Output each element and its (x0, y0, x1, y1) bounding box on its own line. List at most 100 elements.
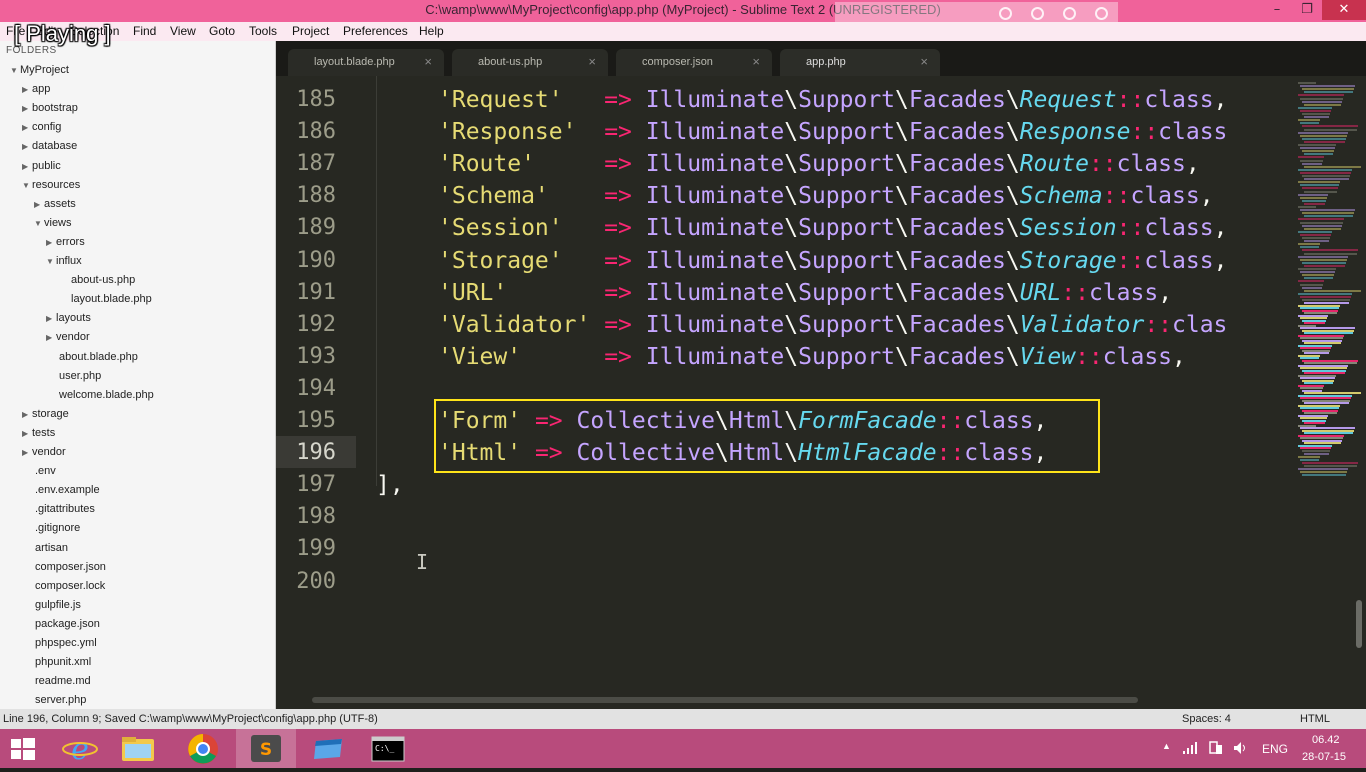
tray-chevron-icon[interactable]: ▲ (1162, 741, 1171, 751)
sidebar-folder-item[interactable]: ▼ views (34, 215, 72, 231)
sidebar-folder-item[interactable]: ▶ database (22, 138, 77, 154)
sidebar-file-item[interactable]: server.php (35, 692, 86, 708)
minimap-line (1304, 116, 1329, 119)
tab-composer-json[interactable]: composer.json × (616, 49, 772, 76)
expanded-folder-arrow-icon[interactable]: ▼ (46, 254, 56, 270)
maximize-button[interactable]: ❐ (1292, 0, 1322, 20)
tab-about-us[interactable]: about-us.php × (452, 49, 608, 76)
indentation-setting[interactable]: Spaces: 4 (1182, 713, 1231, 725)
code-line[interactable]: ], (376, 469, 404, 501)
sidebar-folder-item[interactable]: ▼ resources (22, 177, 80, 193)
sidebar-folder-item[interactable]: ▼ influx (46, 253, 82, 269)
sidebar-folder-item[interactable]: ▼ MyProject (10, 62, 69, 78)
sidebar-file-item[interactable]: .gitattributes (35, 501, 95, 517)
code-line[interactable]: 'Storage' => Illuminate\Support\Facades\… (438, 245, 1227, 277)
code-line[interactable]: 'URL' => Illuminate\Support\Facades\URL:… (438, 277, 1172, 309)
help-icon[interactable] (1063, 7, 1076, 20)
sidebar-file-item[interactable]: gulpfile.js (35, 597, 81, 613)
collapsed-folder-arrow-icon[interactable]: ▶ (46, 235, 56, 251)
collapsed-folder-arrow-icon[interactable]: ▶ (22, 159, 32, 175)
taskbar-chrome[interactable] (173, 729, 233, 768)
expanded-folder-arrow-icon[interactable]: ▼ (22, 178, 32, 194)
sidebar-file-item[interactable]: .gitignore (35, 520, 80, 536)
code-editor[interactable]: 185 186 187 188 189 190 191 192 193 194 195 196 197 1… (276, 76, 1366, 709)
taskbar-sublime-text[interactable]: S (236, 729, 296, 768)
expanded-folder-arrow-icon[interactable]: ▼ (10, 63, 20, 79)
code-line[interactable]: 'Session' => Illuminate\Support\Facades\… (438, 212, 1227, 244)
clock-time[interactable]: 06.42 (1312, 734, 1340, 746)
sidebar-folder-item[interactable]: ▶ public (22, 158, 61, 174)
sidebar-folder-item[interactable]: ▶ bootstrap (22, 100, 78, 116)
menu-goto[interactable]: Goto (209, 24, 235, 38)
taskbar-file-explorer[interactable] (108, 729, 168, 768)
minimize-button[interactable]: – (1262, 0, 1292, 20)
settings-icon[interactable] (1031, 7, 1044, 20)
menu-preferences[interactable]: Preferences (343, 24, 408, 38)
collapsed-folder-arrow-icon[interactable]: ▶ (22, 101, 32, 117)
taskbar-internet-explorer[interactable]: e (50, 729, 110, 768)
tab-close-icon[interactable]: × (424, 54, 432, 69)
code-line[interactable]: 'View' => Illuminate\Support\Facades\Vie… (438, 341, 1186, 373)
horizontal-scrollbar[interactable] (312, 697, 1138, 703)
close-button[interactable]: ✕ (1322, 0, 1366, 20)
sidebar-file-item[interactable]: artisan (35, 540, 68, 556)
sidebar-file-item[interactable]: about-us.php (71, 272, 135, 288)
sidebar-file-item[interactable]: readme.md (35, 673, 91, 689)
tab-close-icon[interactable]: × (588, 54, 596, 69)
collapsed-folder-arrow-icon[interactable]: ▶ (22, 407, 32, 423)
collapsed-folder-arrow-icon[interactable]: ▶ (22, 82, 32, 98)
sidebar-folder-item[interactable]: ▶ storage (22, 406, 69, 422)
menu-project[interactable]: Project (292, 24, 329, 38)
code-line[interactable]: 'Validator' => Illuminate\Support\Facade… (438, 309, 1227, 341)
menu-help[interactable]: Help (419, 24, 444, 38)
code-line[interactable]: 'Response' => Illuminate\Support\Facades… (438, 116, 1227, 148)
sidebar-folder-item[interactable]: ▶ config (22, 119, 61, 135)
menu-view[interactable]: View (170, 24, 196, 38)
sidebar-folder-item[interactable]: ▶ assets (34, 196, 76, 212)
sidebar-file-item[interactable]: user.php (59, 368, 101, 384)
sidebar-folder-item[interactable]: ▶ tests (22, 425, 55, 441)
sidebar-file-item[interactable]: package.json (35, 616, 100, 632)
collapsed-folder-arrow-icon[interactable]: ▶ (46, 330, 56, 346)
sidebar-file-item[interactable]: phpspec.yml (35, 635, 97, 651)
stop-icon[interactable] (1095, 7, 1108, 20)
sidebar-file-item[interactable]: layout.blade.php (71, 291, 152, 307)
vertical-scrollbar[interactable] (1356, 600, 1362, 648)
sidebar-file-item[interactable]: composer.json (35, 559, 106, 575)
collapsed-folder-arrow-icon[interactable]: ▶ (22, 139, 32, 155)
start-button[interactable] (0, 729, 46, 768)
sidebar-file-item[interactable]: composer.lock (35, 578, 105, 594)
syntax-setting[interactable]: HTML (1300, 713, 1330, 725)
menu-tools[interactable]: Tools (249, 24, 277, 38)
taskbar-command-prompt[interactable]: C:\_ (358, 729, 418, 768)
sidebar-folder-item[interactable]: ▶ vendor (46, 329, 90, 345)
tab-close-icon[interactable]: × (752, 54, 760, 69)
tab-layout-blade[interactable]: layout.blade.php × (288, 49, 444, 76)
collapsed-folder-arrow-icon[interactable]: ▶ (34, 197, 44, 213)
collapsed-folder-arrow-icon[interactable]: ▶ (22, 426, 32, 442)
sidebar-folder-item[interactable]: ▶ vendor (22, 444, 66, 460)
sidebar-file-item[interactable]: about.blade.php (59, 349, 138, 365)
taskbar-window-manager[interactable] (298, 729, 358, 768)
input-language[interactable]: ENG (1262, 742, 1288, 756)
sidebar-folder-item[interactable]: ▶ errors (46, 234, 85, 250)
code-line[interactable]: 'Request' => Illuminate\Support\Facades\… (438, 84, 1227, 116)
sidebar-file-item[interactable]: .env.example (35, 482, 100, 498)
sidebar-folder-item[interactable]: ▶ layouts (46, 310, 91, 326)
recorder-icon[interactable] (999, 7, 1012, 20)
tab-app-php[interactable]: app.php × (780, 49, 940, 76)
clock-date[interactable]: 28-07-15 (1302, 751, 1346, 763)
sidebar-file-item[interactable]: phpunit.xml (35, 654, 91, 670)
menu-find[interactable]: Find (133, 24, 156, 38)
collapsed-folder-arrow-icon[interactable]: ▶ (22, 445, 32, 461)
collapsed-folder-arrow-icon[interactable]: ▶ (22, 120, 32, 136)
sidebar-folder-item[interactable]: ▶ app (22, 81, 50, 97)
expanded-folder-arrow-icon[interactable]: ▼ (34, 216, 44, 232)
sidebar-file-item[interactable]: .env (35, 463, 56, 479)
collapsed-folder-arrow-icon[interactable]: ▶ (46, 311, 56, 327)
code-line[interactable]: 'Route' => Illuminate\Support\Facades\Ro… (438, 148, 1200, 180)
tab-close-icon[interactable]: × (920, 54, 928, 69)
tab-label: app.php (806, 56, 846, 68)
sidebar-file-item[interactable]: welcome.blade.php (59, 387, 154, 403)
code-line[interactable]: 'Schema' => Illuminate\Support\Facades\S… (438, 180, 1214, 212)
